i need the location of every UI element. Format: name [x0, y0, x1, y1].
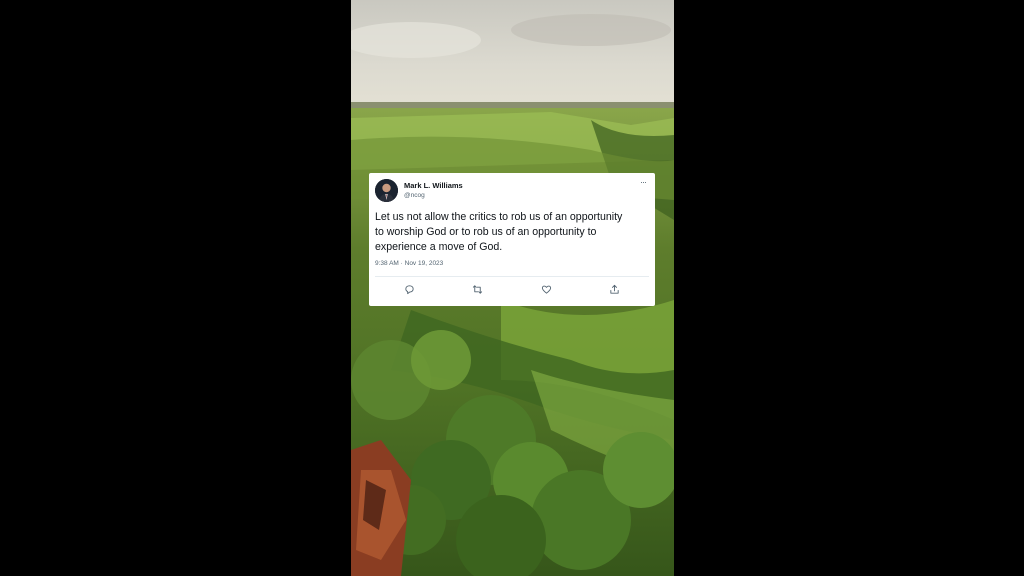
share-icon[interactable] [606, 281, 622, 297]
like-icon[interactable] [538, 281, 554, 297]
tweet-text-line: experience a move of God. [375, 241, 503, 253]
author-handle[interactable]: @ncog [404, 192, 425, 199]
avatar[interactable] [375, 179, 398, 202]
tweet-text-line: to worship God or to rob us of an opport… [375, 226, 597, 238]
ellipsis-icon[interactable]: ··· [640, 177, 647, 187]
retweet-icon[interactable] [469, 281, 485, 297]
tweet-text-line: Let us not allow the critics to rob us o… [375, 211, 623, 223]
tweet-actions [369, 281, 655, 297]
divider [375, 276, 649, 277]
tweet-timestamp[interactable]: 9:38 AM · Nov 19, 2023 [375, 260, 443, 267]
reply-icon[interactable] [401, 281, 417, 297]
author-name[interactable]: Mark L. Williams [404, 181, 463, 190]
tweet-card[interactable]: Mark L. Williams @ncog ··· Let us not al… [369, 173, 655, 306]
tweet-text: Let us not allow the critics to rob us o… [375, 210, 649, 255]
